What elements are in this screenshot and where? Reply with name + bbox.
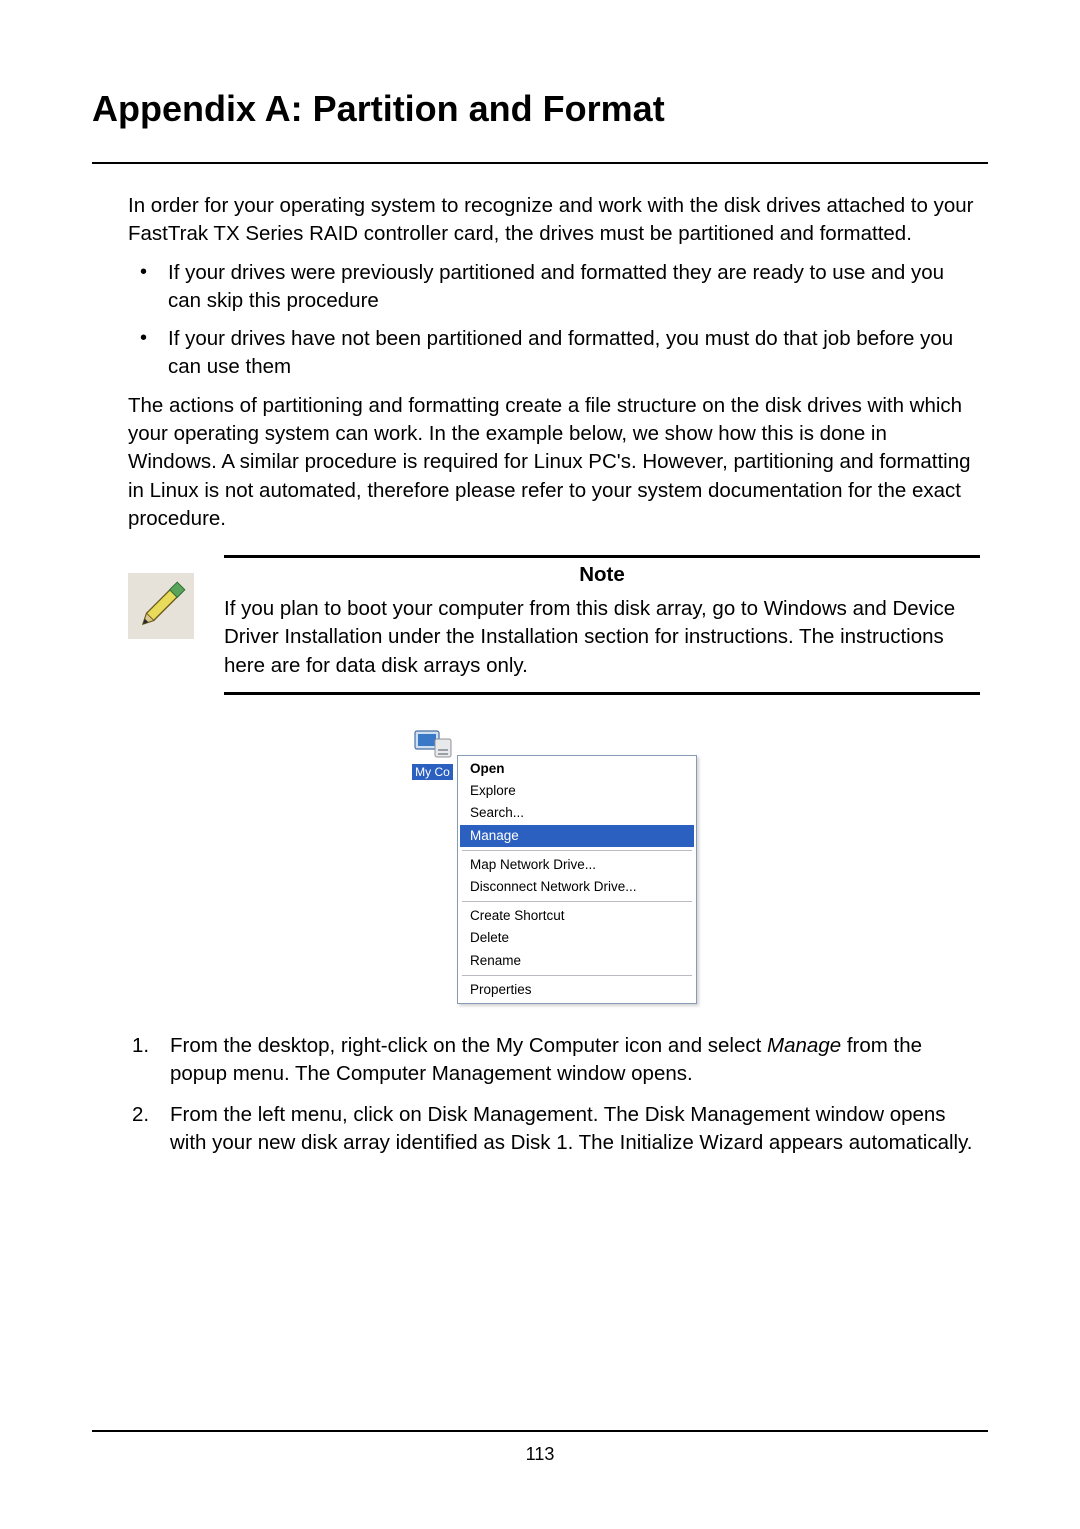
- pencil-note-icon: [128, 573, 194, 639]
- menu-item-map-network-drive[interactable]: Map Network Drive...: [460, 854, 694, 876]
- menu-item-create-shortcut[interactable]: Create Shortcut: [460, 905, 694, 927]
- menu-item-rename[interactable]: Rename: [460, 950, 694, 972]
- menu-item-manage[interactable]: Manage: [460, 825, 694, 847]
- note-text: If you plan to boot your computer from t…: [224, 595, 980, 692]
- footer-rule: [92, 1430, 988, 1432]
- menu-separator: [462, 901, 692, 902]
- step-text: From the desktop, right-click on the My …: [170, 1034, 767, 1057]
- step-item: From the desktop, right-click on the My …: [128, 1032, 980, 1089]
- menu-item-properties[interactable]: Properties: [460, 979, 694, 1001]
- menu-separator: [462, 850, 692, 851]
- page-footer: 113: [92, 1430, 988, 1465]
- step-emphasis: Manage: [767, 1034, 841, 1057]
- bullet-item: If your drives were previously partition…: [128, 259, 980, 316]
- intro-paragraph: In order for your operating system to re…: [128, 192, 980, 249]
- paragraph: The actions of partitioning and formatti…: [128, 392, 980, 533]
- menu-item-delete[interactable]: Delete: [460, 927, 694, 949]
- note-title: Note: [224, 558, 980, 595]
- menu-separator: [462, 975, 692, 976]
- my-computer-label: My Co: [412, 764, 453, 780]
- my-computer-icon: My Co: [405, 727, 460, 781]
- step-item: From the left menu, click on Disk Manage…: [128, 1101, 980, 1158]
- bullet-list: If your drives were previously partition…: [128, 259, 980, 382]
- steps-list: From the desktop, right-click on the My …: [128, 1032, 980, 1157]
- context-menu: Open Explore Search... Manage Map Networ…: [457, 755, 697, 1004]
- menu-item-open[interactable]: Open: [460, 758, 694, 780]
- menu-item-search[interactable]: Search...: [460, 802, 694, 824]
- body-content: In order for your operating system to re…: [92, 192, 988, 1157]
- note-bottom-rule: [224, 692, 980, 695]
- page-title: Appendix A: Partition and Format: [92, 88, 988, 130]
- note-block: Note If you plan to boot your computer f…: [128, 555, 980, 695]
- menu-item-disconnect-network-drive[interactable]: Disconnect Network Drive...: [460, 876, 694, 898]
- bullet-item: If your drives have not been partitioned…: [128, 325, 980, 382]
- context-menu-figure: My Co Open Explore Search... Manage Map …: [405, 727, 703, 1004]
- page-number: 113: [92, 1444, 988, 1465]
- heading-rule: [92, 162, 988, 164]
- menu-item-explore[interactable]: Explore: [460, 780, 694, 802]
